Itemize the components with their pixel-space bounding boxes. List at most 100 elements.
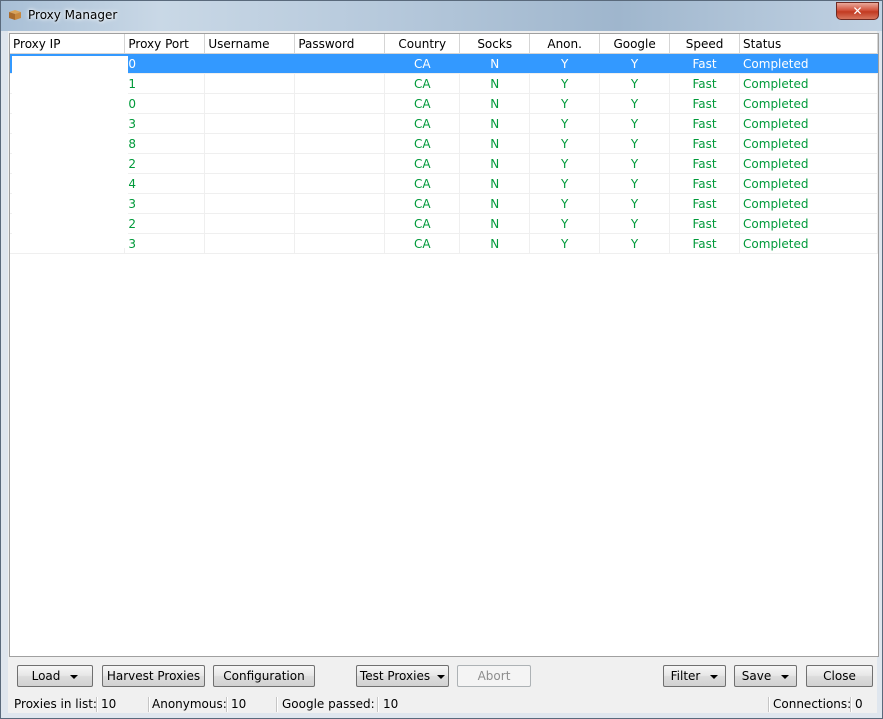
col-header-anon[interactable]: Anon. <box>529 34 601 54</box>
client-area: Proxy IP Proxy Port Username Password Co… <box>8 31 879 713</box>
speed-cell: Fast <box>669 193 741 214</box>
anon-cell: Y <box>529 153 601 174</box>
dropdown-arrow-icon <box>781 674 790 679</box>
proxy-table: Proxy IP Proxy Port Username Password Co… <box>10 34 878 254</box>
username-cell <box>204 173 296 194</box>
google-cell: Y <box>599 193 671 214</box>
col-header-speed[interactable]: Speed <box>669 34 741 54</box>
speed-cell: Fast <box>669 53 741 74</box>
status-cell: Completed <box>739 73 878 94</box>
speed-cell: Fast <box>669 173 741 194</box>
filter-button[interactable]: Filter <box>663 665 726 687</box>
table-row[interactable]: 2 CA N Y Y Fast Completed <box>10 153 878 174</box>
country-cell: CA <box>384 213 461 234</box>
proxies-in-list-value: 10 <box>101 697 117 711</box>
test-proxies-button[interactable]: Test Proxies <box>356 665 449 687</box>
google-cell: Y <box>599 153 671 174</box>
status-separator <box>768 697 770 712</box>
harvest-proxies-button[interactable]: Harvest Proxies <box>102 665 205 687</box>
status-cell: Completed <box>739 133 878 154</box>
col-header-proxy-ip[interactable]: Proxy IP <box>10 34 126 54</box>
status-cell: Completed <box>739 93 878 114</box>
test-proxies-label: Test Proxies <box>359 669 431 683</box>
col-header-country[interactable]: Country <box>384 34 461 54</box>
col-header-password[interactable]: Password <box>294 34 386 54</box>
save-button[interactable]: Save <box>734 665 797 687</box>
password-cell <box>294 113 386 134</box>
status-cell: Completed <box>739 113 878 134</box>
table-row[interactable]: 4 CA N Y Y Fast Completed <box>10 173 878 194</box>
google-cell: Y <box>599 113 671 134</box>
anon-cell: Y <box>529 193 601 214</box>
country-cell: CA <box>384 193 461 214</box>
save-button-label: Save <box>741 669 772 683</box>
password-cell <box>294 53 386 74</box>
col-header-socks[interactable]: Socks <box>459 34 531 54</box>
country-cell: CA <box>384 133 461 154</box>
status-cell: Completed <box>739 233 878 254</box>
redacted-ip-area <box>12 56 128 248</box>
proxy-grid[interactable]: Proxy IP Proxy Port Username Password Co… <box>9 33 879 657</box>
grid-header-row: Proxy IP Proxy Port Username Password Co… <box>10 34 878 54</box>
anon-cell: Y <box>529 93 601 114</box>
dropdown-arrow-icon <box>437 674 446 679</box>
password-cell <box>294 213 386 234</box>
proxy-port-cell: 3 <box>124 113 206 134</box>
table-row[interactable]: 3 CA N Y Y Fast Completed <box>10 193 878 214</box>
status-cell: Completed <box>739 53 878 74</box>
country-cell: CA <box>384 233 461 254</box>
close-button[interactable]: Close <box>806 665 873 687</box>
status-cell: Completed <box>739 173 878 194</box>
country-cell: CA <box>384 173 461 194</box>
username-cell <box>204 113 296 134</box>
google-cell: Y <box>599 53 671 74</box>
table-row[interactable]: 0 CA N Y Y Fast Completed <box>10 93 878 114</box>
box-icon <box>9 10 21 20</box>
proxy-port-cell: 2 <box>124 153 206 174</box>
password-cell <box>294 133 386 154</box>
col-header-proxy-port[interactable]: Proxy Port <box>124 34 206 54</box>
status-separator <box>148 697 150 712</box>
status-cell: Completed <box>739 213 878 234</box>
country-cell: CA <box>384 153 461 174</box>
proxy-port-cell: 4 <box>124 173 206 194</box>
title-bar[interactable]: Proxy Manager ✕ <box>1 1 882 31</box>
country-cell: CA <box>384 93 461 114</box>
username-cell <box>204 93 296 114</box>
table-row[interactable]: 3 CA N Y Y Fast Completed <box>10 113 878 134</box>
google-cell: Y <box>599 213 671 234</box>
table-row[interactable]: 1 CA N Y Y Fast Completed <box>10 73 878 94</box>
table-row[interactable]: 0 CA N Y Y Fast Completed <box>10 53 878 74</box>
table-row[interactable]: 3 CA N Y Y Fast Completed <box>10 233 878 254</box>
google-passed-label: Google passed: <box>282 697 375 711</box>
window-title: Proxy Manager <box>28 8 118 22</box>
col-header-status[interactable]: Status <box>739 34 878 54</box>
socks-cell: N <box>459 233 531 254</box>
table-row[interactable]: 8 CA N Y Y Fast Completed <box>10 133 878 154</box>
username-cell <box>204 193 296 214</box>
username-cell <box>204 153 296 174</box>
google-passed-value: 10 <box>383 697 399 711</box>
col-header-username[interactable]: Username <box>204 34 296 54</box>
password-cell <box>294 233 386 254</box>
anonymous-value: 10 <box>231 697 247 711</box>
status-bar: Proxies in list: 10 Anonymous: 10 Google… <box>8 695 877 713</box>
username-cell <box>204 233 296 254</box>
anon-cell: Y <box>529 213 601 234</box>
dropdown-arrow-icon <box>70 674 79 679</box>
status-separator <box>96 697 98 712</box>
speed-cell: Fast <box>669 93 741 114</box>
close-icon[interactable]: ✕ <box>836 2 879 20</box>
abort-button[interactable]: Abort <box>457 665 531 687</box>
connections-value: 0 <box>855 697 863 711</box>
proxy-manager-window: Proxy Manager ✕ Proxy IP Proxy Port User… <box>0 0 883 719</box>
table-row[interactable]: 2 CA N Y Y Fast Completed <box>10 213 878 234</box>
socks-cell: N <box>459 53 531 74</box>
proxies-in-list-label: Proxies in list: <box>14 697 97 711</box>
configuration-button[interactable]: Configuration <box>213 665 315 687</box>
col-header-google[interactable]: Google <box>599 34 671 54</box>
speed-cell: Fast <box>669 153 741 174</box>
proxy-port-cell: 0 <box>124 93 206 114</box>
socks-cell: N <box>459 73 531 94</box>
load-button[interactable]: Load <box>17 665 93 687</box>
